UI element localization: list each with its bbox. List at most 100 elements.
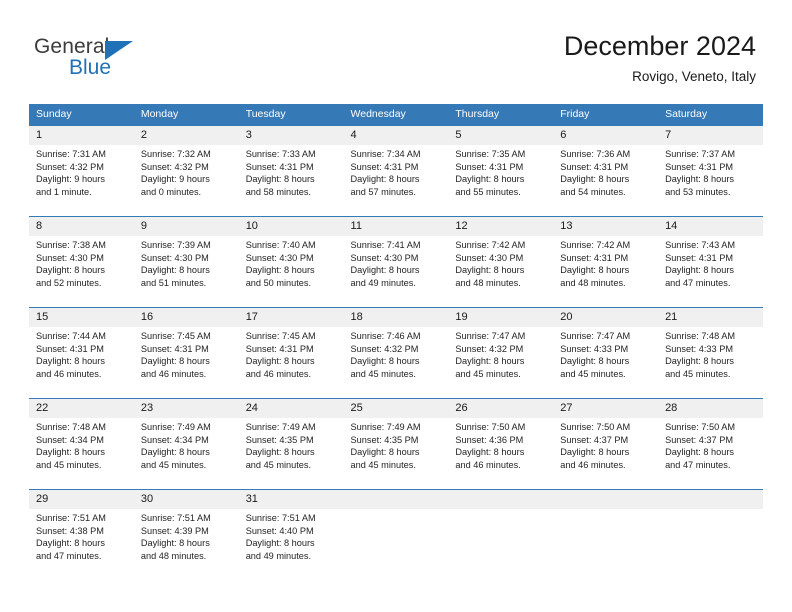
day-number: 16 (133, 308, 239, 327)
sunrise-text: Sunrise: 7:42 AM (455, 240, 526, 250)
calendar-day-cell[interactable]: 26 Sunrise: 7:50 AM Sunset: 4:36 PM Dayligh… (448, 398, 554, 481)
calendar-day-cell[interactable]: 21 Sunrise: 7:48 AM Sunset: 4:33 PM Dayligh… (658, 307, 763, 390)
calendar-day-cell[interactable]: 24 Sunrise: 7:49 AM Sunset: 4:35 PM Dayligh… (238, 398, 344, 481)
weekday-header-sunday: Sunday (29, 104, 134, 126)
day-number: 22 (29, 399, 134, 418)
calendar-day-cell[interactable]: 18 Sunrise: 7:46 AM Sunset: 4:32 PM Dayligh… (343, 307, 449, 390)
weekday-header-saturday: Saturday (658, 104, 763, 126)
sunset-text: Sunset: 4:31 PM (455, 161, 524, 172)
day-details: Sunrise: 7:43 AM Sunset: 4:31 PM Daylight:… (658, 236, 763, 289)
calendar-day-cell[interactable]: 14 Sunrise: 7:43 AM Sunset: 4:31 PM Dayligh… (658, 216, 763, 299)
calendar-header-row: Sunday Monday Tuesday Wednesday Thursday Frid… (29, 104, 763, 126)
sunset-text: Sunset: 4:34 PM (36, 434, 104, 445)
calendar-day-cell[interactable]: 1 Sunrise: 7:31 AM Sunset: 4:32 PM Daylight… (29, 125, 134, 208)
day-details: Sunrise: 7:50 AM Sunset: 4:37 PM Daylight:… (658, 418, 763, 471)
calendar-day-cell-empty (658, 489, 763, 572)
week-spacer-cell (553, 299, 659, 308)
sunset-text: Sunset: 4:36 PM (455, 434, 524, 445)
daylight-text-line1: Daylight: 8 hours (245, 356, 315, 367)
calendar-day-cell[interactable]: 13 Sunrise: 7:42 AM Sunset: 4:31 PM Dayligh… (553, 216, 659, 299)
sunset-text: Sunset: 4:30 PM (140, 252, 209, 263)
calendar-day-cell[interactable]: 10 Sunrise: 7:40 AM Sunset: 4:30 PM Dayligh… (238, 216, 344, 299)
calendar-day-cell[interactable]: 23 Sunrise: 7:49 AM Sunset: 4:34 PM Dayligh… (133, 398, 239, 481)
week-spacer-cell (448, 481, 554, 490)
daylight-text-line2: and 46 minutes. (245, 368, 312, 379)
day-number: 1 (29, 126, 134, 145)
daylight-text-line2: and 50 minutes. (245, 277, 312, 288)
week-spacer-cell (238, 208, 344, 217)
sunset-text: Sunset: 4:35 PM (245, 434, 314, 445)
calendar-day-cell[interactable]: 3 Sunrise: 7:33 AM Sunset: 4:31 PM Daylight… (238, 125, 344, 208)
sunset-text: Sunset: 4:33 PM (560, 343, 629, 354)
daylight-text-line2: and 58 minutes. (245, 186, 312, 197)
calendar-day-cell[interactable]: 28 Sunrise: 7:50 AM Sunset: 4:37 PM Dayligh… (658, 398, 763, 481)
day-number: 23 (133, 399, 239, 418)
week-spacer (29, 390, 763, 399)
week-spacer-cell (238, 299, 344, 308)
calendar-day-cell[interactable]: 11 Sunrise: 7:41 AM Sunset: 4:30 PM Dayligh… (343, 216, 449, 299)
calendar-day-cell[interactable]: 31 Sunrise: 7:51 AM Sunset: 4:40 PM Dayligh… (238, 489, 344, 572)
calendar-day-cell[interactable]: 25 Sunrise: 7:49 AM Sunset: 4:35 PM Dayligh… (343, 398, 449, 481)
day-number: 21 (658, 308, 763, 327)
day-number: 19 (448, 308, 554, 327)
sunset-text: Sunset: 4:34 PM (140, 434, 209, 445)
daylight-text-line1: Daylight: 8 hours (350, 447, 420, 458)
brand-name-general: General (34, 35, 110, 58)
daylight-text-line1: Daylight: 8 hours (455, 174, 525, 185)
calendar-day-cell[interactable]: 12 Sunrise: 7:42 AM Sunset: 4:30 PM Dayligh… (448, 216, 554, 299)
sunrise-text: Sunrise: 7:36 AM (560, 149, 631, 159)
calendar-day-cell[interactable]: 4 Sunrise: 7:34 AM Sunset: 4:31 PM Daylight… (343, 125, 449, 208)
calendar-week-row: 8 Sunrise: 7:38 AM Sunset: 4:30 PM Daylight… (29, 216, 763, 299)
calendar-day-cell[interactable]: 8 Sunrise: 7:38 AM Sunset: 4:30 PM Daylight… (29, 216, 134, 299)
calendar-day-cell[interactable]: 29 Sunrise: 7:51 AM Sunset: 4:38 PM Dayligh… (29, 489, 134, 572)
day-number (343, 490, 449, 509)
sunset-text: Sunset: 4:39 PM (140, 525, 209, 536)
week-spacer-cell (343, 208, 449, 217)
sunset-text: Sunset: 4:32 PM (350, 343, 419, 354)
sunrise-text: Sunrise: 7:47 AM (455, 331, 526, 341)
sunset-text: Sunset: 4:31 PM (350, 161, 419, 172)
day-number: 20 (553, 308, 659, 327)
calendar-day-cell[interactable]: 19 Sunrise: 7:47 AM Sunset: 4:32 PM Dayligh… (448, 307, 554, 390)
day-details: Sunrise: 7:38 AM Sunset: 4:30 PM Daylight:… (29, 236, 134, 289)
week-spacer-cell (343, 299, 449, 308)
calendar-day-cell[interactable]: 16 Sunrise: 7:45 AM Sunset: 4:31 PM Dayligh… (133, 307, 239, 390)
daylight-text-line2: and 45 minutes. (36, 459, 102, 470)
daylight-text-line2: and 46 minutes. (560, 459, 626, 470)
sunrise-text: Sunrise: 7:43 AM (665, 240, 736, 250)
calendar-day-cell[interactable]: 2 Sunrise: 7:32 AM Sunset: 4:32 PM Daylight… (133, 125, 239, 208)
sunrise-text: Sunrise: 7:45 AM (245, 331, 316, 341)
calendar-day-cell[interactable]: 17 Sunrise: 7:45 AM Sunset: 4:31 PM Dayligh… (238, 307, 344, 390)
sunrise-text: Sunrise: 7:41 AM (350, 240, 421, 250)
day-number: 18 (343, 308, 449, 327)
calendar-day-cell[interactable]: 20 Sunrise: 7:47 AM Sunset: 4:33 PM Dayligh… (553, 307, 659, 390)
week-spacer (29, 481, 763, 490)
calendar-day-cell[interactable]: 15 Sunrise: 7:44 AM Sunset: 4:31 PM Dayligh… (29, 307, 134, 390)
sunrise-text: Sunrise: 7:51 AM (245, 513, 316, 523)
page-title: December 2024 (563, 31, 756, 61)
sunrise-text: Sunrise: 7:46 AM (350, 331, 421, 341)
calendar-day-cell[interactable]: 7 Sunrise: 7:37 AM Sunset: 4:31 PM Daylight… (658, 125, 763, 208)
sunrise-text: Sunrise: 7:48 AM (36, 422, 106, 432)
day-number (553, 490, 659, 509)
sunset-text: Sunset: 4:31 PM (245, 343, 314, 354)
brand-logo[interactable]: General Blue (34, 36, 214, 88)
week-spacer (29, 299, 763, 308)
daylight-text-line1: Daylight: 8 hours (36, 447, 105, 458)
calendar-body: 1 Sunrise: 7:31 AM Sunset: 4:32 PM Daylight… (29, 125, 763, 572)
daylight-text-line1: Daylight: 8 hours (140, 356, 210, 367)
daylight-text-line1: Daylight: 8 hours (140, 447, 210, 458)
calendar-day-cell[interactable]: 6 Sunrise: 7:36 AM Sunset: 4:31 PM Daylight… (553, 125, 659, 208)
calendar-day-cell[interactable]: 22 Sunrise: 7:48 AM Sunset: 4:34 PM Dayligh… (29, 398, 134, 481)
daylight-text-line2: and 46 minutes. (140, 368, 207, 379)
calendar-day-cell[interactable]: 9 Sunrise: 7:39 AM Sunset: 4:30 PM Daylight… (133, 216, 239, 299)
calendar-day-cell[interactable]: 27 Sunrise: 7:50 AM Sunset: 4:37 PM Dayligh… (553, 398, 659, 481)
calendar-day-cell-empty (343, 489, 449, 572)
week-spacer-cell (553, 390, 659, 399)
sunset-text: Sunset: 4:32 PM (455, 343, 524, 354)
daylight-text-line1: Daylight: 8 hours (665, 265, 735, 276)
daylight-text-line2: and 1 minute. (36, 186, 92, 197)
calendar-day-cell[interactable]: 5 Sunrise: 7:35 AM Sunset: 4:31 PM Daylight… (448, 125, 554, 208)
day-number: 5 (448, 126, 554, 145)
calendar-day-cell[interactable]: 30 Sunrise: 7:51 AM Sunset: 4:39 PM Dayligh… (133, 489, 239, 572)
